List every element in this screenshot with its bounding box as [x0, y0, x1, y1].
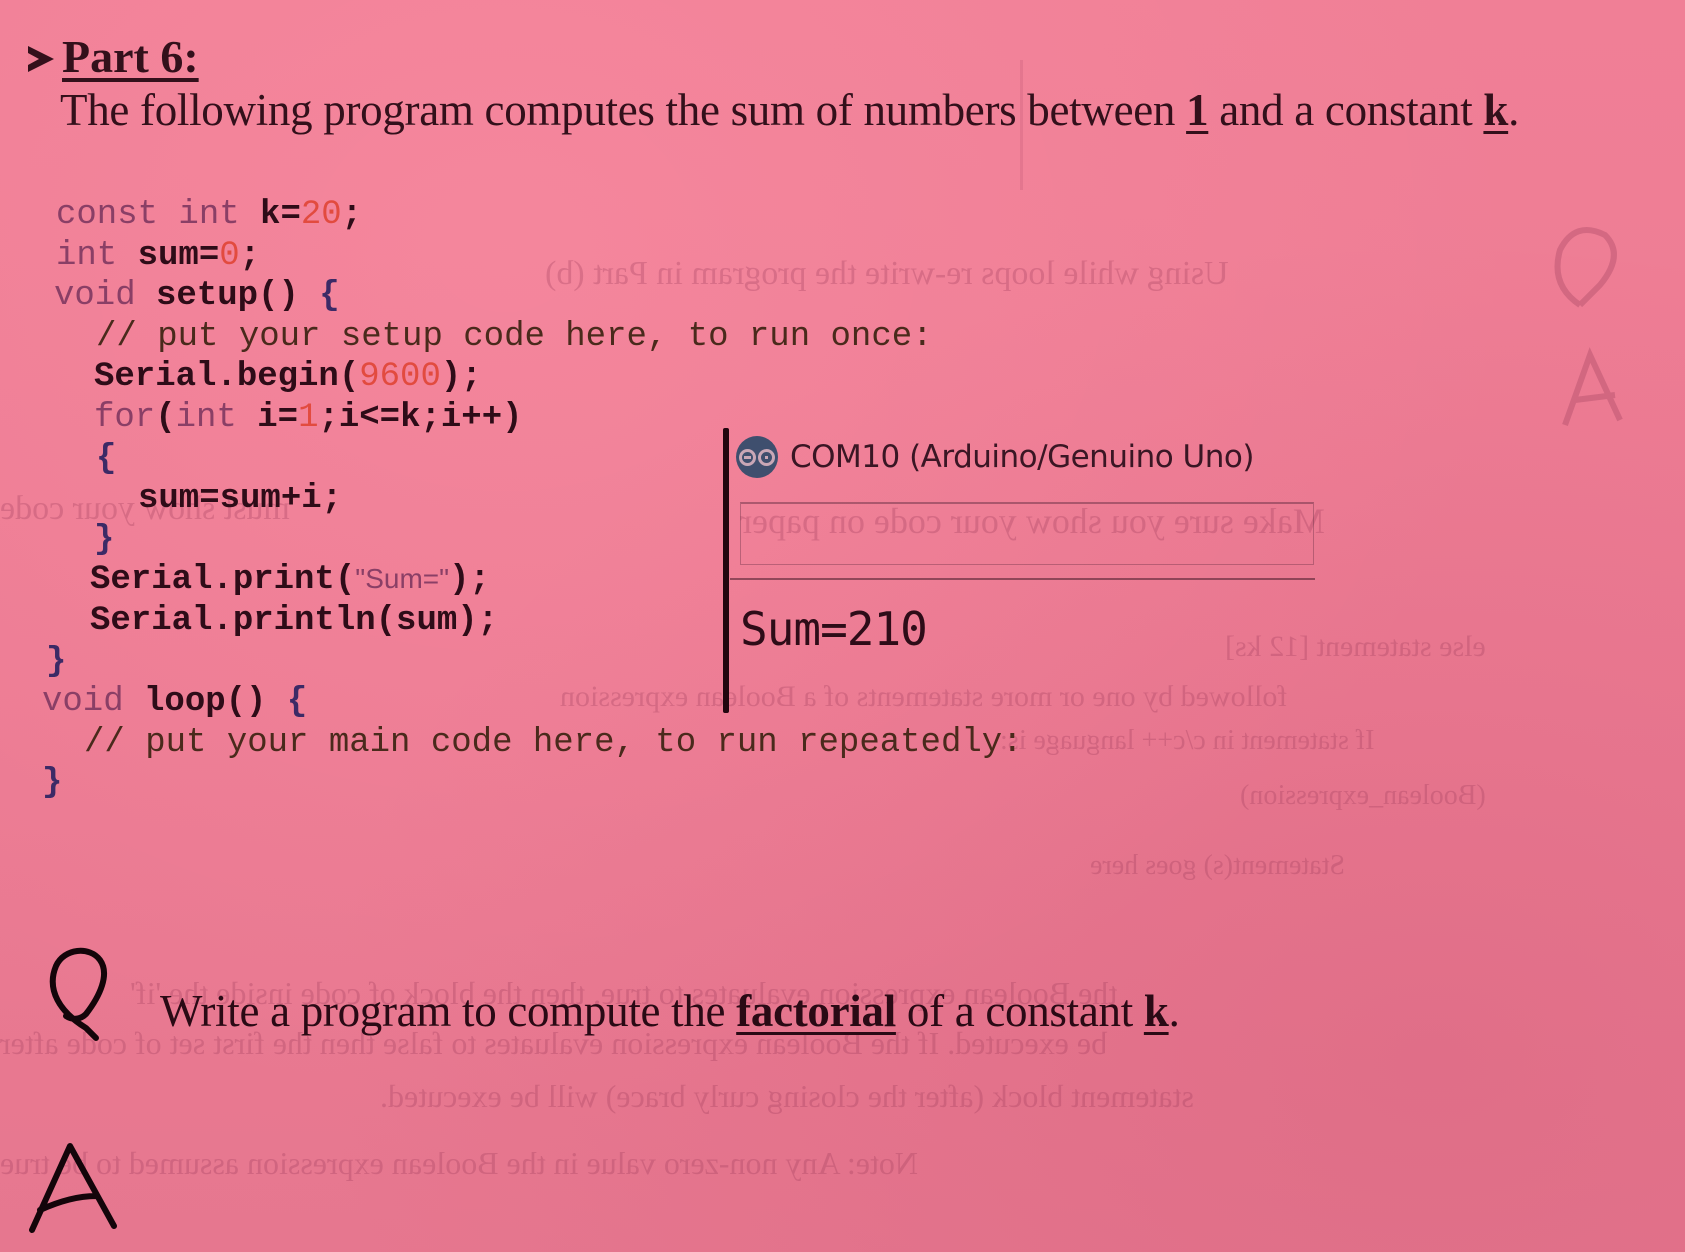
- answer-area[interactable]: [140, 1140, 1540, 1230]
- code-token-punc: i=: [257, 399, 299, 437]
- code-line: }: [94, 523, 114, 557]
- code-token-punc: ;: [341, 196, 363, 234]
- code-token-punc: ;: [239, 236, 261, 275]
- question-emphasis: factorial: [736, 986, 896, 1036]
- serial-monitor-separator: [730, 578, 1315, 580]
- code-line: // put your setup code here, to run once…: [96, 320, 933, 354]
- code-token-punc: Serial.println(sum);: [90, 602, 499, 640]
- part-heading-label: Part 6:: [62, 31, 199, 82]
- code-line: int sum=0;: [56, 239, 260, 273]
- code-token-brc: }: [94, 520, 115, 559]
- bleed-through-text: If statement in c/c++ language is:: [1000, 725, 1375, 756]
- code-token-kw: int: [56, 236, 138, 275]
- bleed-through-text: else statement [12 ks]: [1225, 630, 1486, 663]
- code-line: }: [42, 766, 62, 800]
- arrow-bullet-icon: [28, 45, 54, 72]
- code-line: void setup() {: [54, 279, 340, 313]
- code-token-punc: Serial.begin(: [94, 358, 360, 397]
- code-token-kw: int: [175, 399, 258, 437]
- code-token-num: 20: [300, 196, 342, 234]
- intro-suffix: .: [1508, 85, 1520, 135]
- code-token-kw: void: [54, 277, 157, 316]
- code-line: {: [96, 442, 116, 476]
- arduino-logo-icon: [736, 436, 778, 478]
- monitor-divider: [723, 428, 729, 713]
- code-token-kw: for: [94, 399, 156, 437]
- code-token-punc: ;i<=k;i++): [318, 399, 523, 437]
- intro-prefix: The following program computes the sum o…: [60, 85, 1187, 135]
- intro-sentence: The following program computes the sum o…: [60, 84, 1519, 136]
- code-token-kw: void: [42, 683, 145, 722]
- intro-middle: and a constant: [1208, 85, 1484, 135]
- bleed-through-text: statement block (after the closing curly…: [380, 1078, 1194, 1114]
- code-token-brc: {: [319, 277, 340, 316]
- intro-constant-name: k: [1483, 85, 1509, 135]
- serial-monitor-port: COM10 (Arduino/Genuino Uno): [790, 439, 1254, 475]
- code-line: const int k=20;: [56, 198, 362, 232]
- bleed-through-a-mark: [1562, 347, 1623, 427]
- code-line: sum=sum+i;: [138, 482, 342, 516]
- code-token-punc: sum=sum+i;: [138, 480, 343, 519]
- code-line: void loop() {: [42, 685, 307, 719]
- question-suffix: .: [1168, 986, 1180, 1036]
- handwritten-q-icon: [49, 948, 107, 1041]
- code-token-punc: k=: [260, 196, 301, 234]
- code-line: Serial.println(sum);: [90, 604, 498, 638]
- code-token-punc: Serial.print(: [90, 561, 356, 600]
- code-token-brc: {: [286, 683, 308, 722]
- code-token-cmt: // put your main code here, to run repea…: [84, 723, 1023, 762]
- code-token-num: 0: [219, 236, 240, 275]
- code-token-punc: setup(): [156, 277, 320, 316]
- question-text: Write a program to compute the factorial…: [160, 985, 1180, 1037]
- code-token-brc: }: [42, 764, 63, 803]
- serial-monitor-output: Sum=210: [740, 602, 928, 656]
- handwritten-a-icon: [29, 1143, 117, 1233]
- serial-monitor-title: COM10 (Arduino/Genuino Uno): [736, 436, 1254, 478]
- code-token-brc: }: [46, 642, 67, 681]
- code-token-cmt: // put your setup code here, to run once…: [96, 317, 933, 356]
- code-token-punc: sum=: [137, 236, 220, 275]
- code-line: // put your main code here, to run repea…: [84, 726, 1023, 760]
- code-line: Serial.begin(9600);: [94, 360, 482, 394]
- part-heading: Part 6:: [28, 30, 199, 83]
- question-constant-name: k: [1143, 986, 1169, 1036]
- question-middle: of a constant: [895, 986, 1144, 1036]
- code-token-num: 1: [298, 399, 319, 437]
- code-token-brc: {: [96, 439, 117, 478]
- code-token-num: 9600: [359, 358, 441, 397]
- bleed-through-text: (Boolean_expression): [1240, 780, 1486, 811]
- bleed-through-text: followed by one or more statements of a …: [560, 680, 1288, 713]
- bleed-through-q-mark: [1554, 227, 1617, 308]
- intro-start-value: 1: [1186, 85, 1209, 135]
- code-token-punc: );: [449, 561, 490, 600]
- code-line: for(int i=1;i<=k;i++): [94, 401, 523, 435]
- question-prefix: Write a program to compute the: [160, 986, 737, 1036]
- code-token-kw: const int: [56, 196, 261, 234]
- serial-monitor-input[interactable]: [740, 502, 1314, 565]
- code-token-punc: (: [155, 399, 176, 437]
- code-token-punc: loop(): [144, 683, 287, 722]
- code-line: }: [46, 645, 66, 679]
- code-token-punc: );: [440, 358, 482, 397]
- code-line: Serial.print("Sum=");: [90, 563, 490, 597]
- bleed-through-text: Statement(s) goes here: [1090, 850, 1346, 881]
- bleed-through-text: Using while loops re-write the program i…: [545, 255, 1229, 292]
- code-token-str: "Sum=": [355, 563, 450, 595]
